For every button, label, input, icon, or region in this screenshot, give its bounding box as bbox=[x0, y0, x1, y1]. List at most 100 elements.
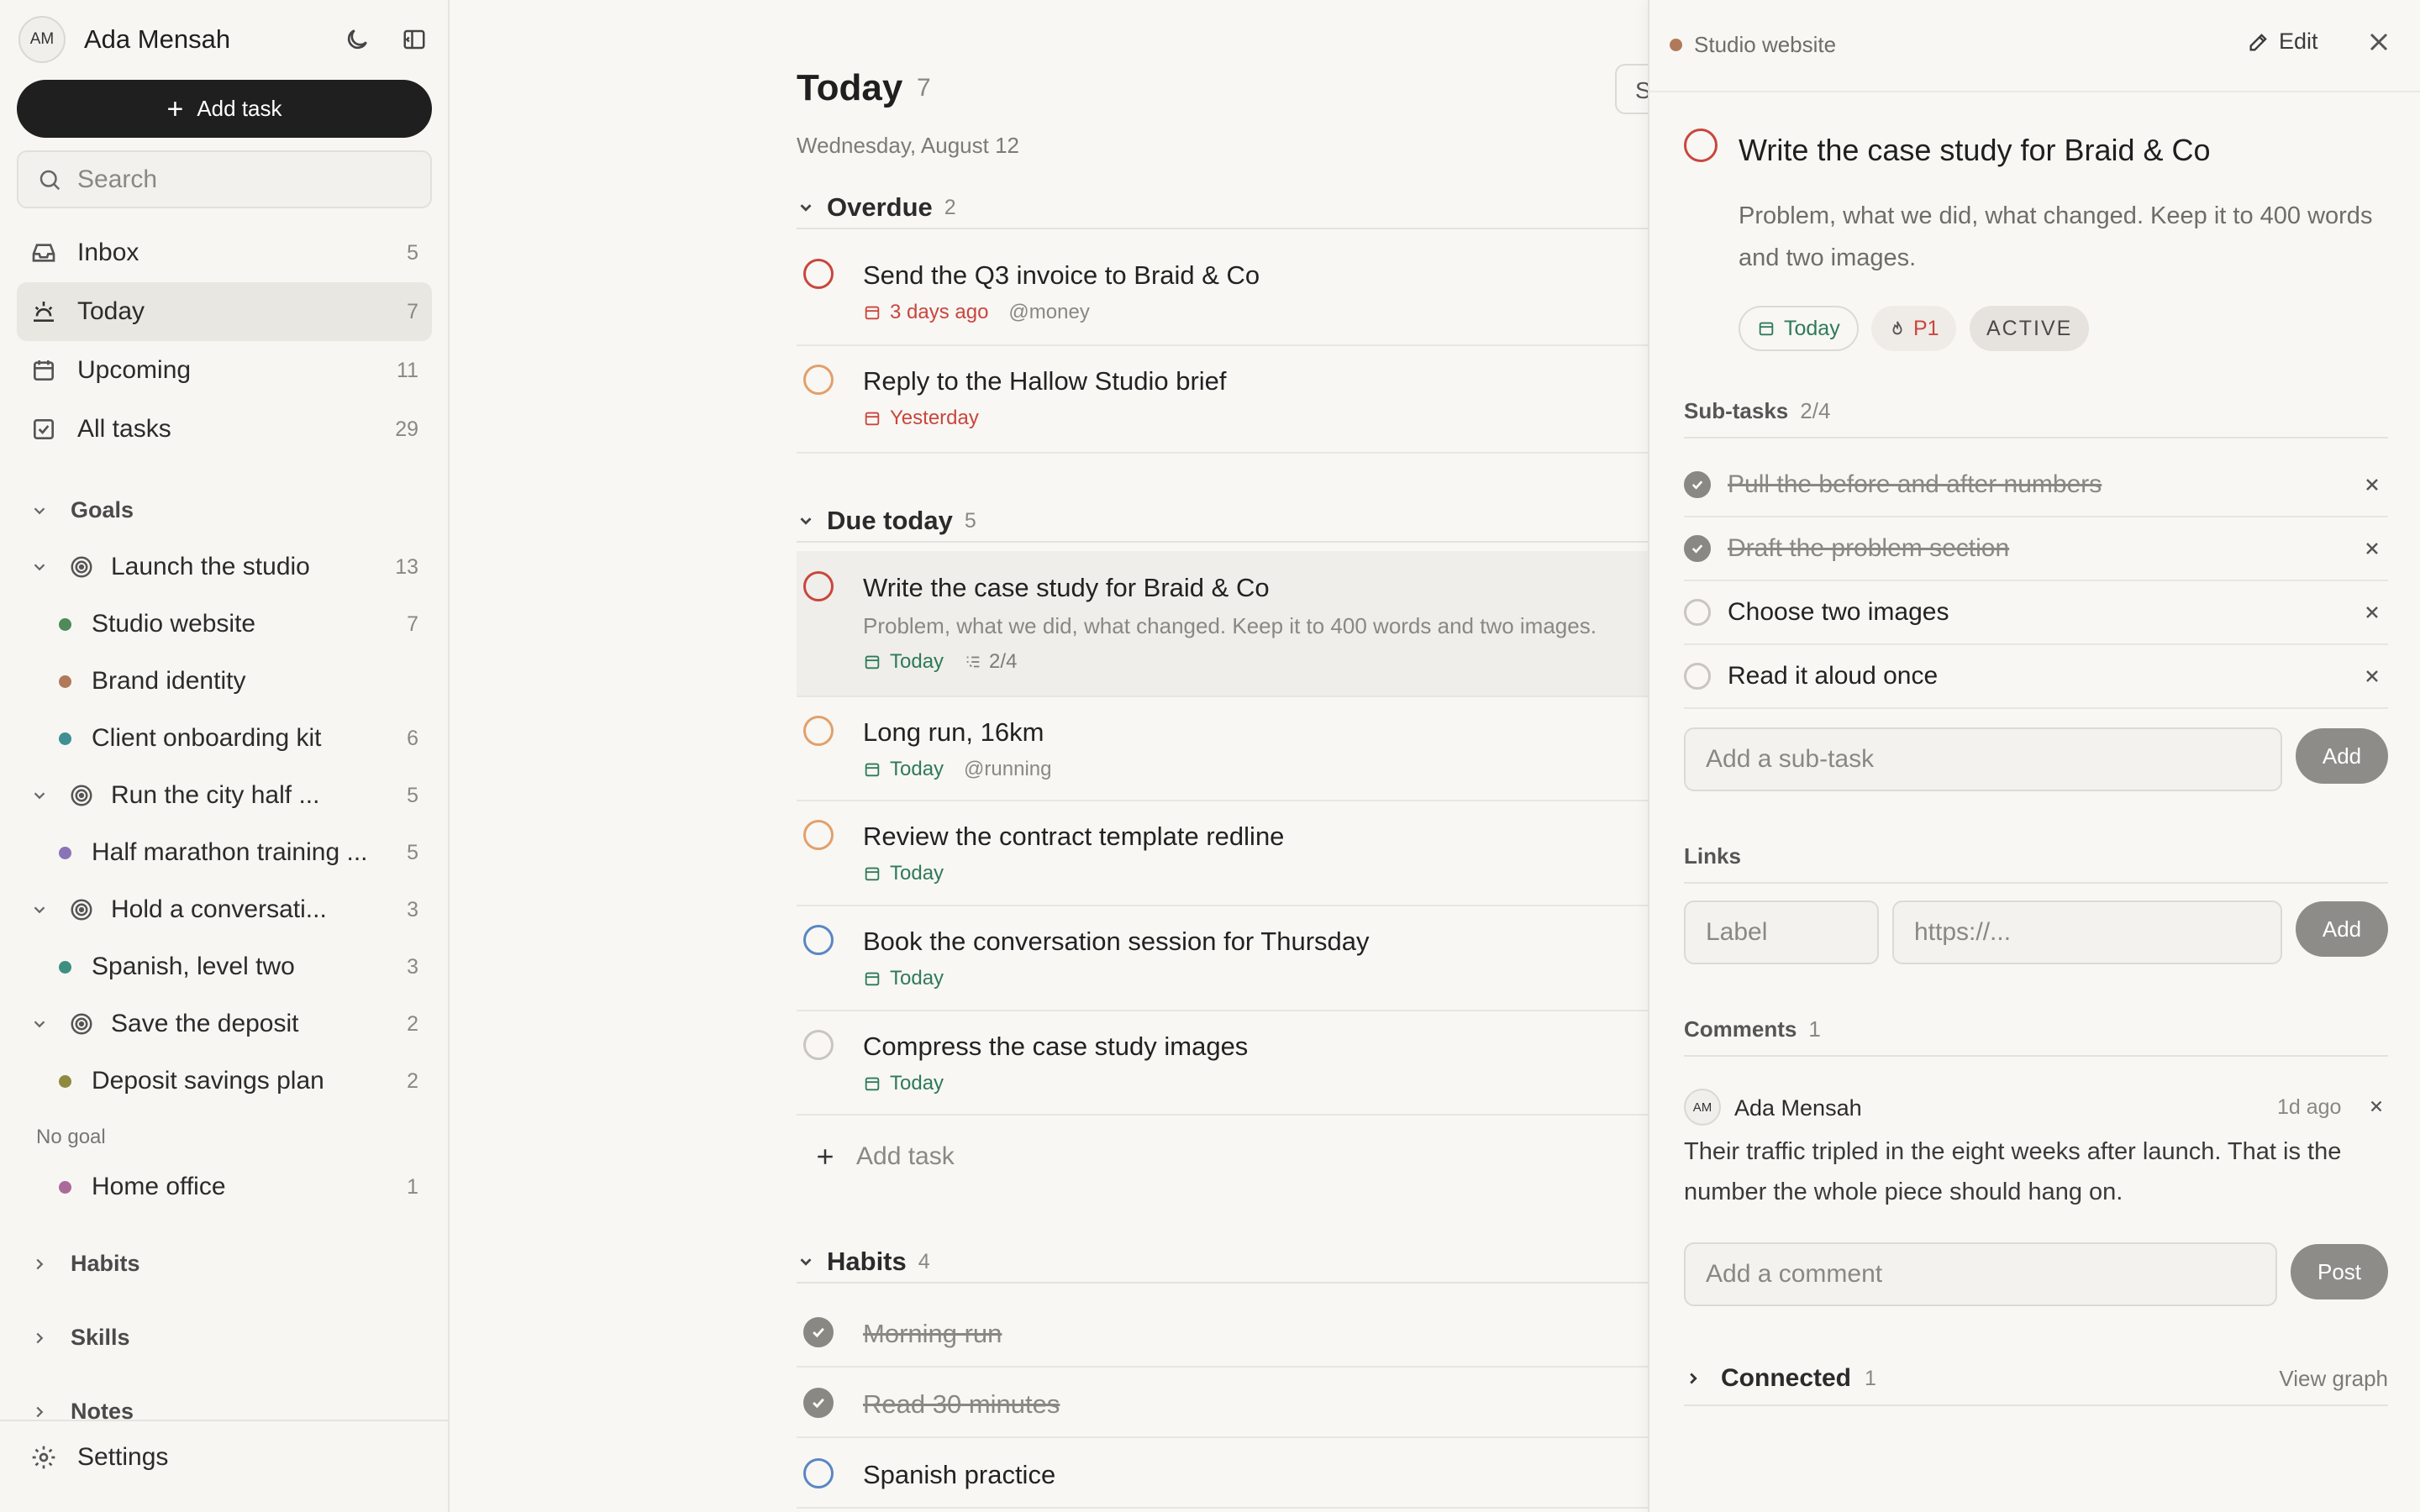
goal-hold-a-conversation[interactable]: Hold a conversati... 3 bbox=[30, 885, 432, 935]
remove-subtask-button[interactable] bbox=[2360, 536, 2385, 561]
subtask-checkbox-checked[interactable] bbox=[1684, 535, 1711, 562]
task-subtask-progress: 2/4 bbox=[964, 650, 1017, 674]
task-row[interactable]: Send the Q3 invoice to Braid & Co 3 days… bbox=[797, 239, 1648, 346]
detail-task-description[interactable]: Problem, what we did, what changed. Keep… bbox=[1739, 195, 2377, 279]
plus-icon bbox=[818, 1149, 833, 1164]
habit-row[interactable]: Morning run bbox=[797, 1297, 1648, 1368]
skills-section-toggle[interactable]: Skills bbox=[30, 1325, 130, 1351]
task-row[interactable]: Reply to the Hallow Studio brief Yesterd… bbox=[797, 346, 1648, 454]
habits-section-toggle[interactable]: Habits bbox=[30, 1251, 140, 1277]
add-subtask-button[interactable]: Add bbox=[2296, 728, 2388, 784]
view-graph-link[interactable]: View graph bbox=[2279, 1366, 2388, 1392]
add-task-inline-button[interactable]: Add task bbox=[813, 1142, 955, 1171]
task-checkbox[interactable] bbox=[803, 820, 834, 850]
group-overdue-header[interactable]: Overdue 2 bbox=[797, 187, 1648, 229]
panel-header: Studio website Edit bbox=[1649, 0, 2420, 92]
add-subtask-input[interactable] bbox=[1684, 727, 2282, 791]
subtask-item[interactable]: Read it aloud once bbox=[1684, 645, 2388, 709]
search-input[interactable] bbox=[77, 165, 413, 194]
group-count: 2 bbox=[944, 195, 956, 219]
search-box[interactable] bbox=[17, 150, 432, 208]
delete-comment-button[interactable] bbox=[2367, 1097, 2386, 1116]
project-deposit-savings-plan[interactable]: Deposit savings plan 2 bbox=[59, 1056, 432, 1106]
project-spanish-level-two[interactable]: Spanish, level two 3 bbox=[59, 942, 432, 992]
task-row[interactable]: Review the contract template redline Tod… bbox=[797, 801, 1648, 906]
subtask-checkbox[interactable] bbox=[1684, 599, 1711, 626]
task-row-selected[interactable]: Write the case study for Braid & Co Prob… bbox=[797, 551, 1648, 697]
close-panel-button[interactable] bbox=[2364, 27, 2394, 57]
check-square-icon bbox=[34, 419, 54, 439]
project-client-onboarding-kit[interactable]: Client onboarding kit 6 bbox=[59, 713, 432, 764]
detail-task-checkbox[interactable] bbox=[1684, 129, 1718, 162]
task-checkbox[interactable] bbox=[803, 716, 834, 746]
project-home-office[interactable]: Home office 1 bbox=[59, 1162, 432, 1212]
subtask-item[interactable]: Draft the problem section bbox=[1684, 517, 2388, 581]
task-checkbox[interactable] bbox=[803, 571, 834, 601]
task-checkbox[interactable] bbox=[803, 259, 834, 289]
post-comment-button[interactable]: Post bbox=[2291, 1244, 2388, 1299]
subtask-item[interactable]: Choose two images bbox=[1684, 581, 2388, 645]
calendar-icon bbox=[865, 763, 880, 777]
goal-launch-the-studio[interactable]: Launch the studio 13 bbox=[30, 542, 432, 592]
status-badge[interactable]: ACTIVE bbox=[1970, 306, 2090, 351]
subtask-checkbox-checked[interactable] bbox=[1684, 471, 1711, 498]
avatar[interactable]: AM bbox=[18, 16, 66, 63]
add-link-button[interactable]: Add bbox=[2296, 901, 2388, 957]
task-row[interactable]: Book the conversation session for Thursd… bbox=[797, 906, 1648, 1011]
no-goal-label: No goal bbox=[36, 1126, 106, 1148]
goal-run-the-city-half[interactable]: Run the city half ... 5 bbox=[30, 770, 432, 821]
goals-section-toggle[interactable]: Goals bbox=[30, 497, 134, 523]
goal-save-the-deposit[interactable]: Save the deposit 2 bbox=[30, 999, 432, 1049]
settings-button[interactable]: Settings bbox=[30, 1443, 168, 1472]
project-count: 3 bbox=[407, 954, 418, 979]
project-color-dot bbox=[59, 846, 71, 859]
remove-subtask-button[interactable] bbox=[2360, 472, 2385, 497]
project-studio-website[interactable]: Studio website 7 bbox=[59, 599, 432, 649]
project-brand-identity[interactable]: Brand identity bbox=[59, 656, 432, 706]
habit-checkbox[interactable] bbox=[803, 1458, 834, 1488]
comment-text: Their traffic tripled in the eight weeks… bbox=[1684, 1138, 2342, 1205]
link-label-input[interactable] bbox=[1684, 900, 1879, 964]
close-icon bbox=[2366, 670, 2378, 682]
connected-section[interactable]: Connected 1 View graph bbox=[1684, 1352, 2388, 1406]
collapse-sidebar-button[interactable] bbox=[394, 19, 434, 60]
task-checkbox[interactable] bbox=[803, 365, 834, 395]
priority-chip[interactable]: P1 bbox=[1871, 306, 1956, 351]
project-breadcrumb[interactable]: Studio website bbox=[1670, 32, 1836, 58]
goal-label: Hold a conversati... bbox=[111, 895, 327, 923]
due-date-label: Today bbox=[1784, 316, 1840, 340]
chevron-down-icon bbox=[800, 517, 812, 525]
subtask-checkbox[interactable] bbox=[1684, 663, 1711, 690]
task-row[interactable]: Long run, 16km Today @running bbox=[797, 697, 1648, 801]
detail-task-title[interactable]: Write the case study for Braid & Co bbox=[1739, 133, 2211, 168]
remove-subtask-button[interactable] bbox=[2360, 600, 2385, 625]
group-habits-header[interactable]: Habits 4 bbox=[797, 1242, 1648, 1284]
nav-all-tasks[interactable]: All tasks 29 bbox=[17, 400, 432, 459]
calendar-icon bbox=[865, 412, 880, 426]
chevron-down-icon bbox=[34, 1021, 45, 1028]
theme-toggle-button[interactable] bbox=[337, 19, 377, 60]
add-task-button[interactable]: + Add task bbox=[17, 80, 432, 138]
link-url-input[interactable] bbox=[1892, 900, 2282, 964]
remove-subtask-button[interactable] bbox=[2360, 664, 2385, 689]
task-checkbox[interactable] bbox=[803, 925, 834, 955]
nav-today[interactable]: Today 7 bbox=[17, 282, 432, 341]
task-row[interactable]: Compress the case study images Today bbox=[797, 1011, 1648, 1116]
nav-upcoming[interactable]: Upcoming 11 bbox=[17, 341, 432, 400]
subtask-item[interactable]: Pull the before and after numbers bbox=[1684, 454, 2388, 517]
project-half-marathon-training[interactable]: Half marathon training ... 5 bbox=[59, 827, 432, 878]
goal-count: 13 bbox=[395, 554, 418, 579]
connected-label: Connected bbox=[1721, 1364, 1852, 1392]
task-checkbox[interactable] bbox=[803, 1030, 834, 1060]
habit-checkbox-checked[interactable] bbox=[803, 1317, 834, 1347]
edit-button[interactable]: Edit bbox=[2247, 29, 2318, 55]
habit-checkbox-checked[interactable] bbox=[803, 1388, 834, 1418]
task-meta: Today 2/4 bbox=[863, 650, 1017, 674]
habit-row[interactable]: Read 30 minutes bbox=[797, 1368, 1648, 1438]
group-due-today-header[interactable]: Due today 5 bbox=[797, 501, 1648, 543]
habit-row[interactable]: Spanish practice bbox=[797, 1438, 1648, 1509]
due-date-chip[interactable]: Today bbox=[1739, 306, 1859, 351]
add-comment-input[interactable] bbox=[1684, 1242, 2277, 1306]
nav-inbox[interactable]: Inbox 5 bbox=[17, 223, 432, 282]
task-title: Send the Q3 invoice to Braid & Co bbox=[863, 260, 1260, 290]
